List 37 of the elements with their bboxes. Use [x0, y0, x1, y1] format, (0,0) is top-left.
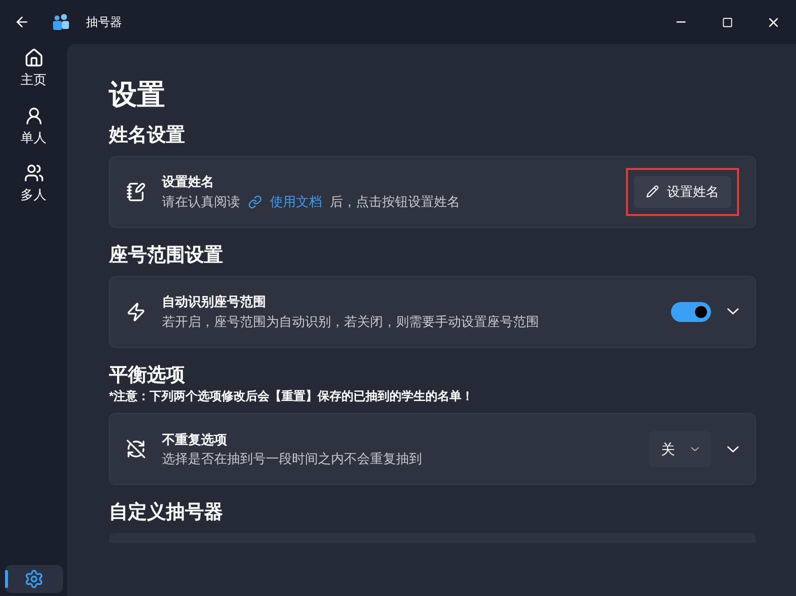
setting-title: 不重复选项 — [162, 430, 228, 449]
docs-link[interactable]: 使用文档 — [248, 192, 322, 212]
setting-title: 设置姓名 — [162, 173, 215, 192]
setting-description: 后，点击按钮设置姓名 — [330, 192, 460, 211]
section-title: 姓名设置 — [109, 124, 186, 148]
section-title: 平衡选项 — [109, 364, 186, 388]
app-logo-icon — [52, 13, 70, 31]
setting-title: 自动识别座号范围 — [162, 293, 267, 311]
nav-item[interactable]: 单人 — [4, 102, 62, 151]
expand-chevron-icon — [727, 308, 739, 315]
toggle-switch[interactable] — [671, 302, 711, 322]
repeat-off-icon — [126, 439, 146, 460]
nav-item[interactable] — [4, 565, 62, 593]
dropdown-chevron-icon — [691, 447, 699, 452]
home-icon — [24, 48, 44, 68]
setting-description: 选择是否在抽到号一段时间之内不会重复抽到 — [162, 450, 422, 468]
dropdown[interactable]: 关 — [649, 431, 711, 468]
set-name-button[interactable]: 设置姓名 — [634, 176, 731, 208]
maximize-icon — [722, 16, 732, 28]
window-title: 抽号器 — [86, 14, 122, 31]
people-icon — [24, 163, 44, 183]
settings-icon — [24, 569, 44, 589]
notepad-pen-icon — [126, 182, 146, 202]
page-title: 设置 — [109, 78, 166, 112]
nav-item[interactable]: 主页 — [4, 44, 62, 94]
nav-item[interactable]: 多人 — [4, 159, 62, 208]
link-icon — [248, 194, 262, 208]
section-title: 座号范围设置 — [109, 244, 224, 268]
expand-chevron-icon — [727, 446, 739, 453]
person-icon — [24, 106, 44, 126]
pencil-icon — [646, 185, 659, 198]
section-title: 自定义抽号器 — [109, 501, 224, 525]
setting-description: 若开启，座号范围为自动识别，若关闭，则需要手动设置座号范围 — [162, 312, 539, 330]
setting-description: 请在认真阅读 — [162, 192, 240, 211]
selection-indicator — [4, 570, 8, 588]
lightning-icon — [126, 302, 146, 322]
section-note: *注意：下列两个选项修改后会【重置】保存的已抽到的学生的名单！ — [109, 388, 475, 406]
